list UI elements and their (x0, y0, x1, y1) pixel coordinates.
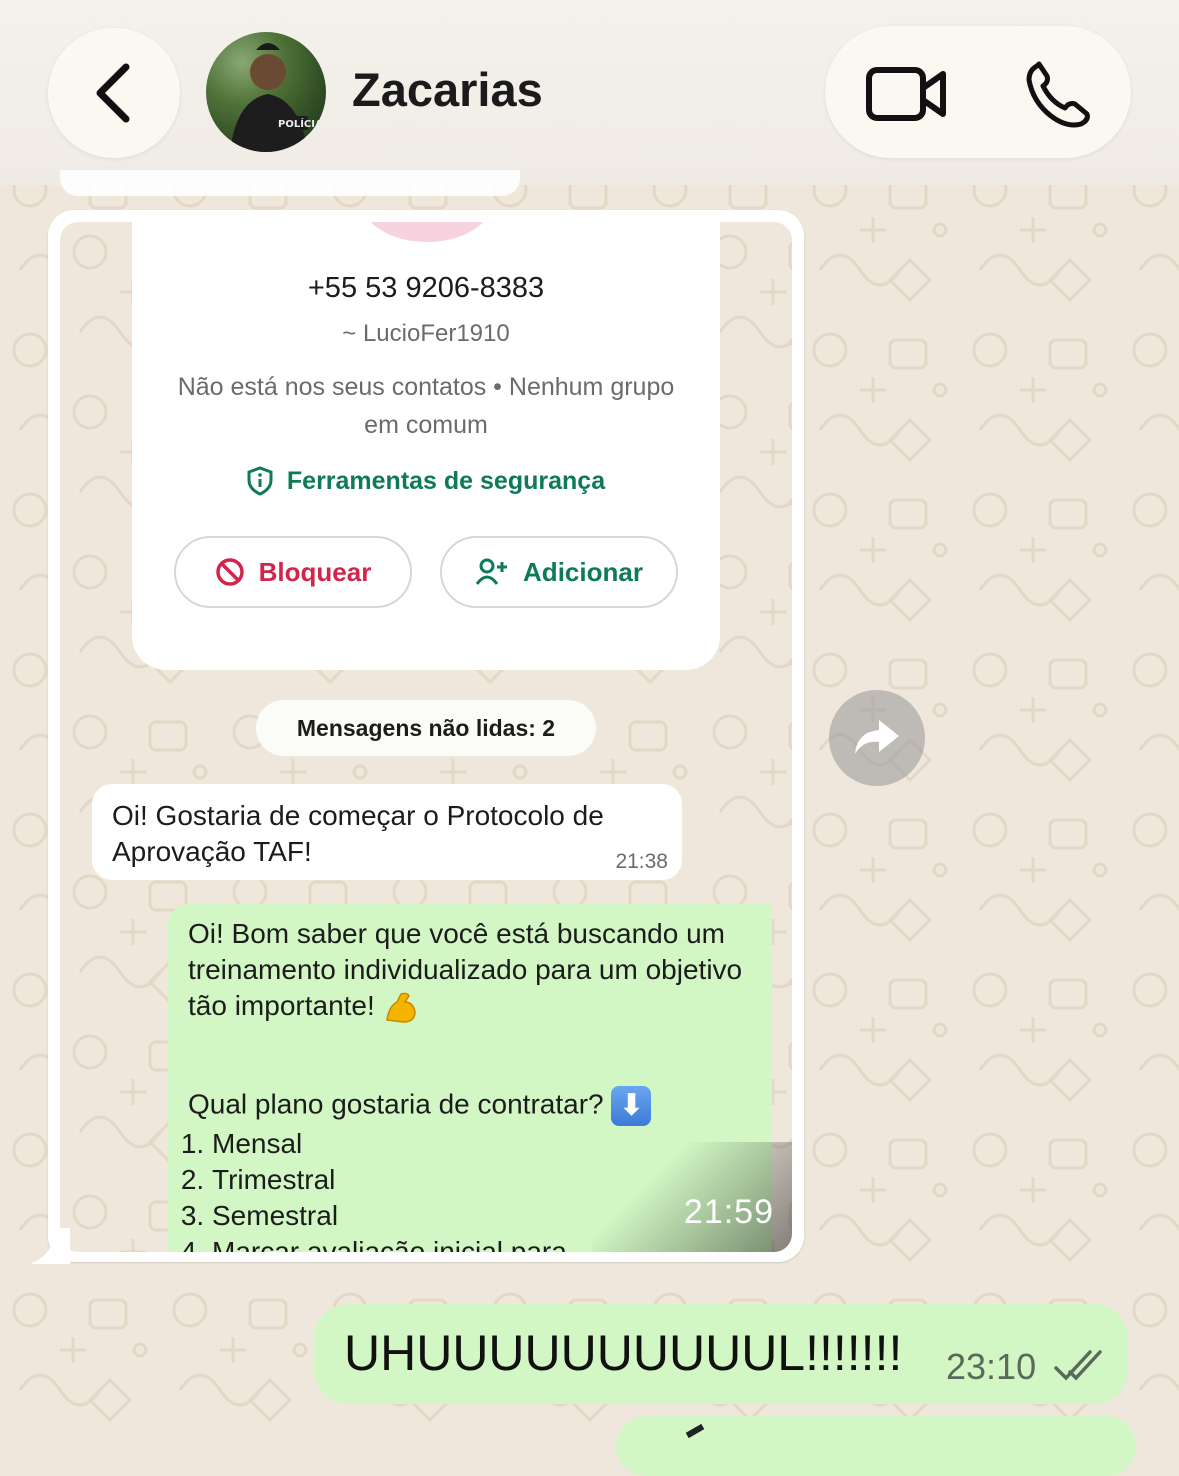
add-label: Adicionar (523, 556, 643, 587)
incoming-message-time: 21:38 (615, 850, 668, 873)
incoming-message-text: Oi! Gostaria de começar o Protocolo de A… (112, 800, 604, 867)
forward-button[interactable] (829, 690, 925, 786)
phone-icon[interactable] (1023, 60, 1093, 128)
chevron-left-icon (96, 63, 130, 123)
back-button[interactable] (48, 28, 180, 158)
flexed-biceps-emoji-icon (385, 992, 416, 1023)
forward-arrow-icon (855, 720, 899, 754)
profile-phone: +55 53 9206-8383 (307, 272, 545, 304)
next-message-partial (616, 1416, 1136, 1476)
image-timestamp: 21:59 (683, 1193, 774, 1231)
outgoing-line2: Qual plano gostaria de contratar? (188, 1088, 604, 1119)
svg-text:POLÍCIA: POLÍCIA (278, 117, 323, 130)
screenshot-image[interactable]: +55 53 9206-8383 ~ LucioFer1910 Não está… (60, 222, 792, 1252)
add-contact-button: Adicionar (440, 536, 678, 608)
security-tools-link: Ferramentas de segurança (132, 466, 720, 496)
block-icon (215, 558, 244, 586)
profile-status: Não está nos seus contatos • Nenhum grup… (177, 373, 675, 439)
add-user-icon (475, 558, 508, 585)
security-label: Ferramentas de segurança (286, 466, 606, 495)
block-button: Bloquear (174, 536, 412, 608)
previous-message-edge (60, 170, 520, 196)
outgoing-line1: Oi! Bom saber que você está buscando um … (188, 918, 743, 1021)
shield-icon (247, 466, 273, 496)
sent-message[interactable]: UHUUUUUUUUUUL!!!!!!! 23:10 (314, 1304, 1128, 1404)
profile-username: ~ LucioFer1910 (342, 320, 510, 347)
sent-message-time: 23:10 (946, 1346, 1037, 1387)
video-camera-icon[interactable] (865, 64, 949, 124)
incoming-message: Oi! Gostaria de começar o Protocolo de A… (92, 784, 682, 880)
profile-photo-placeholder (362, 222, 492, 242)
avatar[interactable]: POLÍCIA (206, 32, 326, 152)
down-arrow-emoji-icon: ⬇ (611, 1085, 652, 1126)
bubble-tail (30, 1228, 70, 1264)
unread-messages-divider: Mensagens não lidas: 2 (256, 700, 596, 756)
image-message-bubble[interactable]: +55 53 9206-8383 ~ LucioFer1910 Não está… (48, 210, 804, 1262)
chat-header: POLÍCIA Zacarias (0, 0, 1179, 185)
profile-card: +55 53 9206-8383 ~ LucioFer1910 Não está… (132, 222, 720, 670)
block-label: Bloquear (258, 556, 372, 587)
contact-name[interactable]: Zacarias (352, 62, 543, 117)
avatar-image: POLÍCIA (230, 43, 323, 152)
call-actions (825, 26, 1131, 158)
sent-message-text: UHUUUUUUUUUUL!!!!!!! (344, 1325, 903, 1381)
partial-glyph (685, 1423, 705, 1439)
read-receipt-double-check-icon (1054, 1350, 1102, 1381)
